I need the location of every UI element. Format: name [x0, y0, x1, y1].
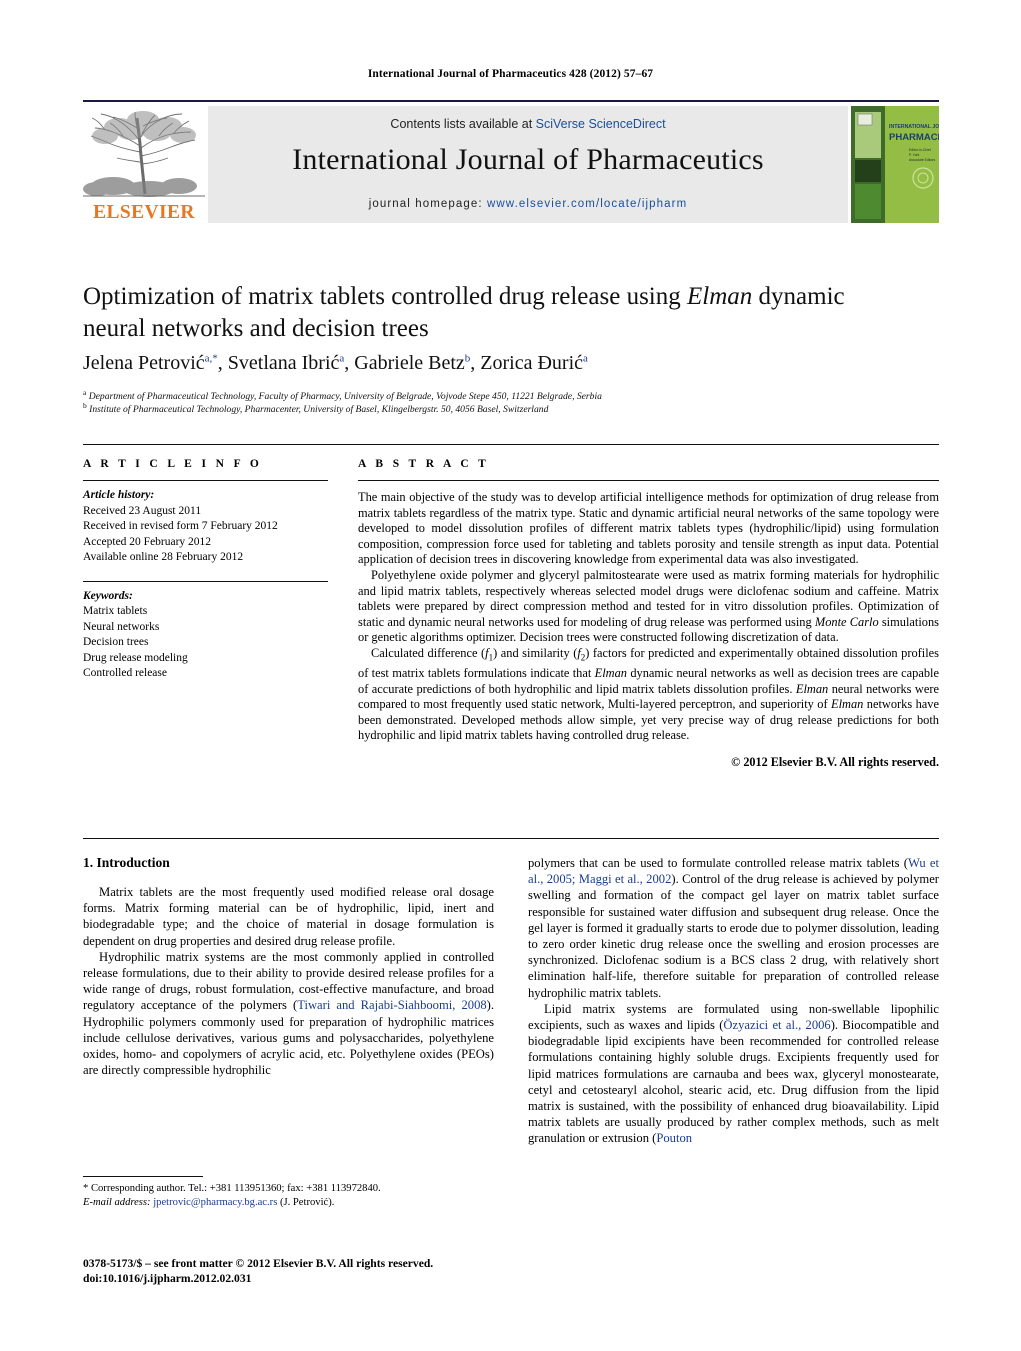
abstract-paragraph-3: Calculated difference (f1) and similarit… — [358, 646, 939, 744]
masthead-banner: Contents lists available at SciVerse Sci… — [208, 106, 848, 223]
keyword-item: Neural networks — [83, 620, 160, 633]
abstract-p3-elman-1: Elman — [594, 666, 628, 680]
article-history-item: Accepted 20 February 2012 — [83, 535, 212, 548]
abstract-p3-a: Calculated difference ( — [371, 645, 486, 660]
contents-list-line: Contents lists available at SciVerse Sci… — [208, 117, 848, 131]
journal-masthead: ELSEVIER Contents lists available at Sci… — [83, 100, 939, 223]
svg-text:P. York: P. York — [909, 153, 920, 157]
author-marks[interactable]: a — [339, 352, 344, 364]
body-paragraph: Lipid matrix systems are formulated usin… — [528, 1001, 939, 1147]
author-name: Zorica Đurić — [480, 352, 584, 374]
email-suffix: (J. Petrović). — [277, 1196, 335, 1208]
abstract-heading: A B S T R A C T — [358, 458, 490, 470]
affiliation-text: Institute of Pharmaceutical Technology, … — [89, 404, 549, 416]
citation-link[interactable]: Özyazici et al., 2006 — [723, 1018, 830, 1032]
author-name: Svetlana Ibrić — [227, 352, 340, 374]
body-paragraph: Hydrophilic matrix systems are the most … — [83, 949, 494, 1079]
abstract-p3-elman-2: Elman — [795, 681, 829, 696]
sciencedirect-link[interactable]: SciVerse ScienceDirect — [536, 117, 666, 131]
imprint-line-2[interactable]: doi:10.1016/j.ijpharm.2012.02.031 — [83, 1271, 513, 1286]
keyword-item: Matrix tablets — [83, 605, 148, 617]
article-title: Optimization of matrix tablets controlle… — [83, 281, 873, 345]
keywords-block: Keywords: Matrix tablets Neural networks… — [83, 580, 328, 682]
author-marks[interactable]: a — [583, 352, 588, 364]
body-column-left: Matrix tablets are the most frequently u… — [83, 884, 494, 1078]
copyright-line: © 2012 Elsevier B.V. All rights reserved… — [731, 754, 939, 769]
running-head: International Journal of Pharmaceutics 4… — [367, 68, 654, 80]
citation-link[interactable]: Tiwari and Rajabi-Siahboomi, 2008 — [297, 998, 486, 1012]
svg-text:Associate Editors: Associate Editors — [909, 158, 935, 162]
author-marks[interactable]: b — [465, 352, 471, 364]
article-info-block: A R T I C L E I N F O Article history: R… — [83, 458, 328, 682]
body-text: polymers that can be used to formulate c… — [528, 856, 908, 870]
abstract-paragraph-1: The main objective of the study was to d… — [358, 490, 939, 567]
author-list: Jelena Petrovića,*, Svetlana Ibrića, Gab… — [83, 352, 588, 374]
author-marks[interactable]: a,* — [205, 352, 218, 364]
divider-below-abstract — [83, 838, 939, 839]
divider-above-article-info — [83, 444, 939, 445]
elsevier-wordmark: ELSEVIER — [93, 202, 195, 223]
imprint-block: 0378-5173/$ – see front matter © 2012 El… — [83, 1256, 513, 1286]
keyword-item: Decision trees — [83, 636, 149, 648]
affiliation-mark: b — [83, 401, 87, 410]
author-name: Jelena Petrović — [83, 352, 205, 374]
footnote-block: * Corresponding author. Tel.: +381 11395… — [83, 1176, 494, 1209]
homepage-prefix: journal homepage: — [368, 198, 487, 210]
email-link[interactable]: jpetrovic@pharmacy.bg.ac.rs — [153, 1197, 277, 1208]
affiliation-mark: a — [83, 388, 87, 397]
article-info-rule — [83, 480, 328, 481]
keywords-rule — [83, 580, 328, 582]
author-name: Gabriele Betz — [354, 352, 465, 374]
abstract-paragraph-2: Polyethylene oxide polymer and glyceryl … — [358, 568, 939, 646]
svg-text:INTERNATIONAL JOURNAL OF: INTERNATIONAL JOURNAL OF — [889, 124, 939, 130]
abstract-p3-b: ) and similarity ( — [493, 645, 578, 660]
imprint-line-1: 0378-5173/$ – see front matter © 2012 El… — [83, 1257, 434, 1270]
body-text: ). Control of the drug release is achiev… — [528, 872, 939, 1000]
article-history-item: Received 23 August 2011 — [83, 504, 202, 517]
journal-cover-thumbnail: INTERNATIONAL JOURNAL OF PHARMACEUTICS E… — [851, 106, 939, 223]
svg-text:PHARMACEUTICS: PHARMACEUTICS — [889, 132, 939, 143]
elsevier-tree-icon — [83, 111, 205, 197]
title-italic-elman: Elman — [687, 283, 753, 310]
affiliation-b: b Institute of Pharmaceutical Technology… — [83, 400, 903, 417]
email-note: E-mail address: jpetrovic@pharmacy.bg.ac… — [83, 1196, 494, 1210]
journal-title: International Journal of Pharmaceutics — [292, 143, 764, 176]
body-text: ). Biocompatible and biodegradable lipid… — [528, 1018, 940, 1146]
title-part-1: Optimization of matrix tablets controlle… — [83, 283, 688, 310]
keywords-label: Keywords: — [83, 589, 133, 602]
elsevier-logo: ELSEVIER — [83, 106, 205, 223]
section-heading-introduction: 1. Introduction — [83, 855, 170, 870]
keyword-item: Controlled release — [83, 667, 167, 679]
journal-article-page: International Journal of Pharmaceutics 4… — [0, 0, 1021, 1351]
corresponding-author-note: * Corresponding author. Tel.: +381 11395… — [83, 1183, 381, 1194]
body-column-right: polymers that can be used to formulate c… — [528, 855, 939, 1147]
abstract-block: A B S T R A C T The main objective of th… — [358, 458, 939, 770]
body-paragraph: Matrix tablets are the most frequently u… — [83, 885, 494, 948]
article-history-item: Received in revised form 7 February 2012 — [83, 520, 278, 532]
svg-text:Editor-in-Chief: Editor-in-Chief — [909, 148, 931, 152]
abstract-p3-elman-3: Elman — [831, 697, 864, 712]
email-label: E-mail address: — [83, 1196, 151, 1208]
footnote-rule — [83, 1176, 203, 1177]
article-info-heading: A R T I C L E I N F O — [83, 458, 263, 470]
contents-prefix: Contents lists available at — [390, 117, 536, 131]
keyword-item: Drug release modeling — [83, 651, 188, 664]
citation-link[interactable]: Pouton — [656, 1131, 692, 1145]
article-history-item: Available online 28 February 2012 — [83, 551, 244, 563]
abstract-p2-monte-carlo: Monte Carlo — [814, 614, 879, 629]
cover-artwork: INTERNATIONAL JOURNAL OF PHARMACEUTICS E… — [851, 106, 939, 223]
abstract-rule — [358, 480, 939, 481]
article-history-label: Article history: — [83, 489, 155, 501]
journal-homepage-link[interactable]: www.elsevier.com/locate/ijpharm — [487, 198, 687, 210]
journal-homepage-line: journal homepage: www.elsevier.com/locat… — [208, 198, 848, 210]
body-paragraph: polymers that can be used to formulate c… — [528, 855, 939, 1001]
